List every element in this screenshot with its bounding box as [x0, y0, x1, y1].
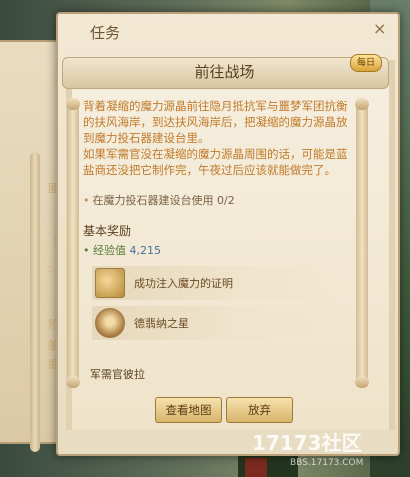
reward-label: 成功注入魔力的证明 [134, 277, 233, 290]
quest-objective: • 在魔力投石器建设台使用 0/2 [83, 192, 235, 208]
daily-badge: 每日 [350, 54, 382, 72]
close-icon[interactable]: × [373, 19, 401, 38]
rail-knob [66, 98, 80, 110]
watermark-logo: 17173社区 [252, 431, 362, 455]
objective-text: 在魔力投石器建设台使用 0/2 [92, 194, 235, 207]
reward-label: 德翡纳之星 [134, 317, 189, 330]
watermark-url: BBS.17173.COM [290, 458, 364, 468]
bullet-icon: • [83, 194, 90, 207]
window-title: 任务 [90, 24, 121, 42]
scroll-down-knob[interactable] [355, 376, 369, 388]
quest-giver: 军需官彼拉 [90, 368, 145, 381]
view-map-button[interactable]: 查看地图 [155, 397, 222, 423]
character-cloth [245, 458, 267, 477]
back-panel-scrollbar [30, 152, 40, 452]
star-icon [95, 308, 125, 338]
exp-value: 4,215 [129, 244, 162, 257]
description-paragraph: 如果军需官没在凝缩的魔力源晶周围的话，可能是蓝盐商还没把它制作完，午夜过后应该就… [83, 147, 348, 177]
quest-title: 前往战场 [194, 63, 255, 81]
abandon-button[interactable]: 放弃 [226, 397, 293, 423]
rewards-heading: 基本奖励 [83, 224, 132, 238]
rail-knob [66, 376, 80, 388]
scrollbar[interactable] [355, 98, 369, 388]
description-paragraph: 背着凝缩的魔力源晶前往隐月抵抗军与噩梦军团抗衡的扶风海岸，到达扶风海岸后，把凝缩… [83, 99, 348, 145]
quest-description: 背着凝缩的魔力源晶前往隐月抵抗军与噩梦军团抗衡的扶风海岸，到达扶风海岸后，把凝缩… [83, 98, 349, 178]
reward-item[interactable]: 成功注入魔力的证明 [92, 266, 337, 300]
reward-item[interactable]: 德翡纳之星 [92, 306, 337, 340]
scroll-icon [95, 268, 125, 298]
bullet-icon: • [83, 244, 93, 257]
exp-reward: • 经验值 4,215 [83, 242, 161, 258]
exp-label: 经验值 [93, 244, 126, 257]
left-scroll-rail [66, 98, 80, 388]
scroll-up-knob[interactable] [355, 98, 369, 110]
